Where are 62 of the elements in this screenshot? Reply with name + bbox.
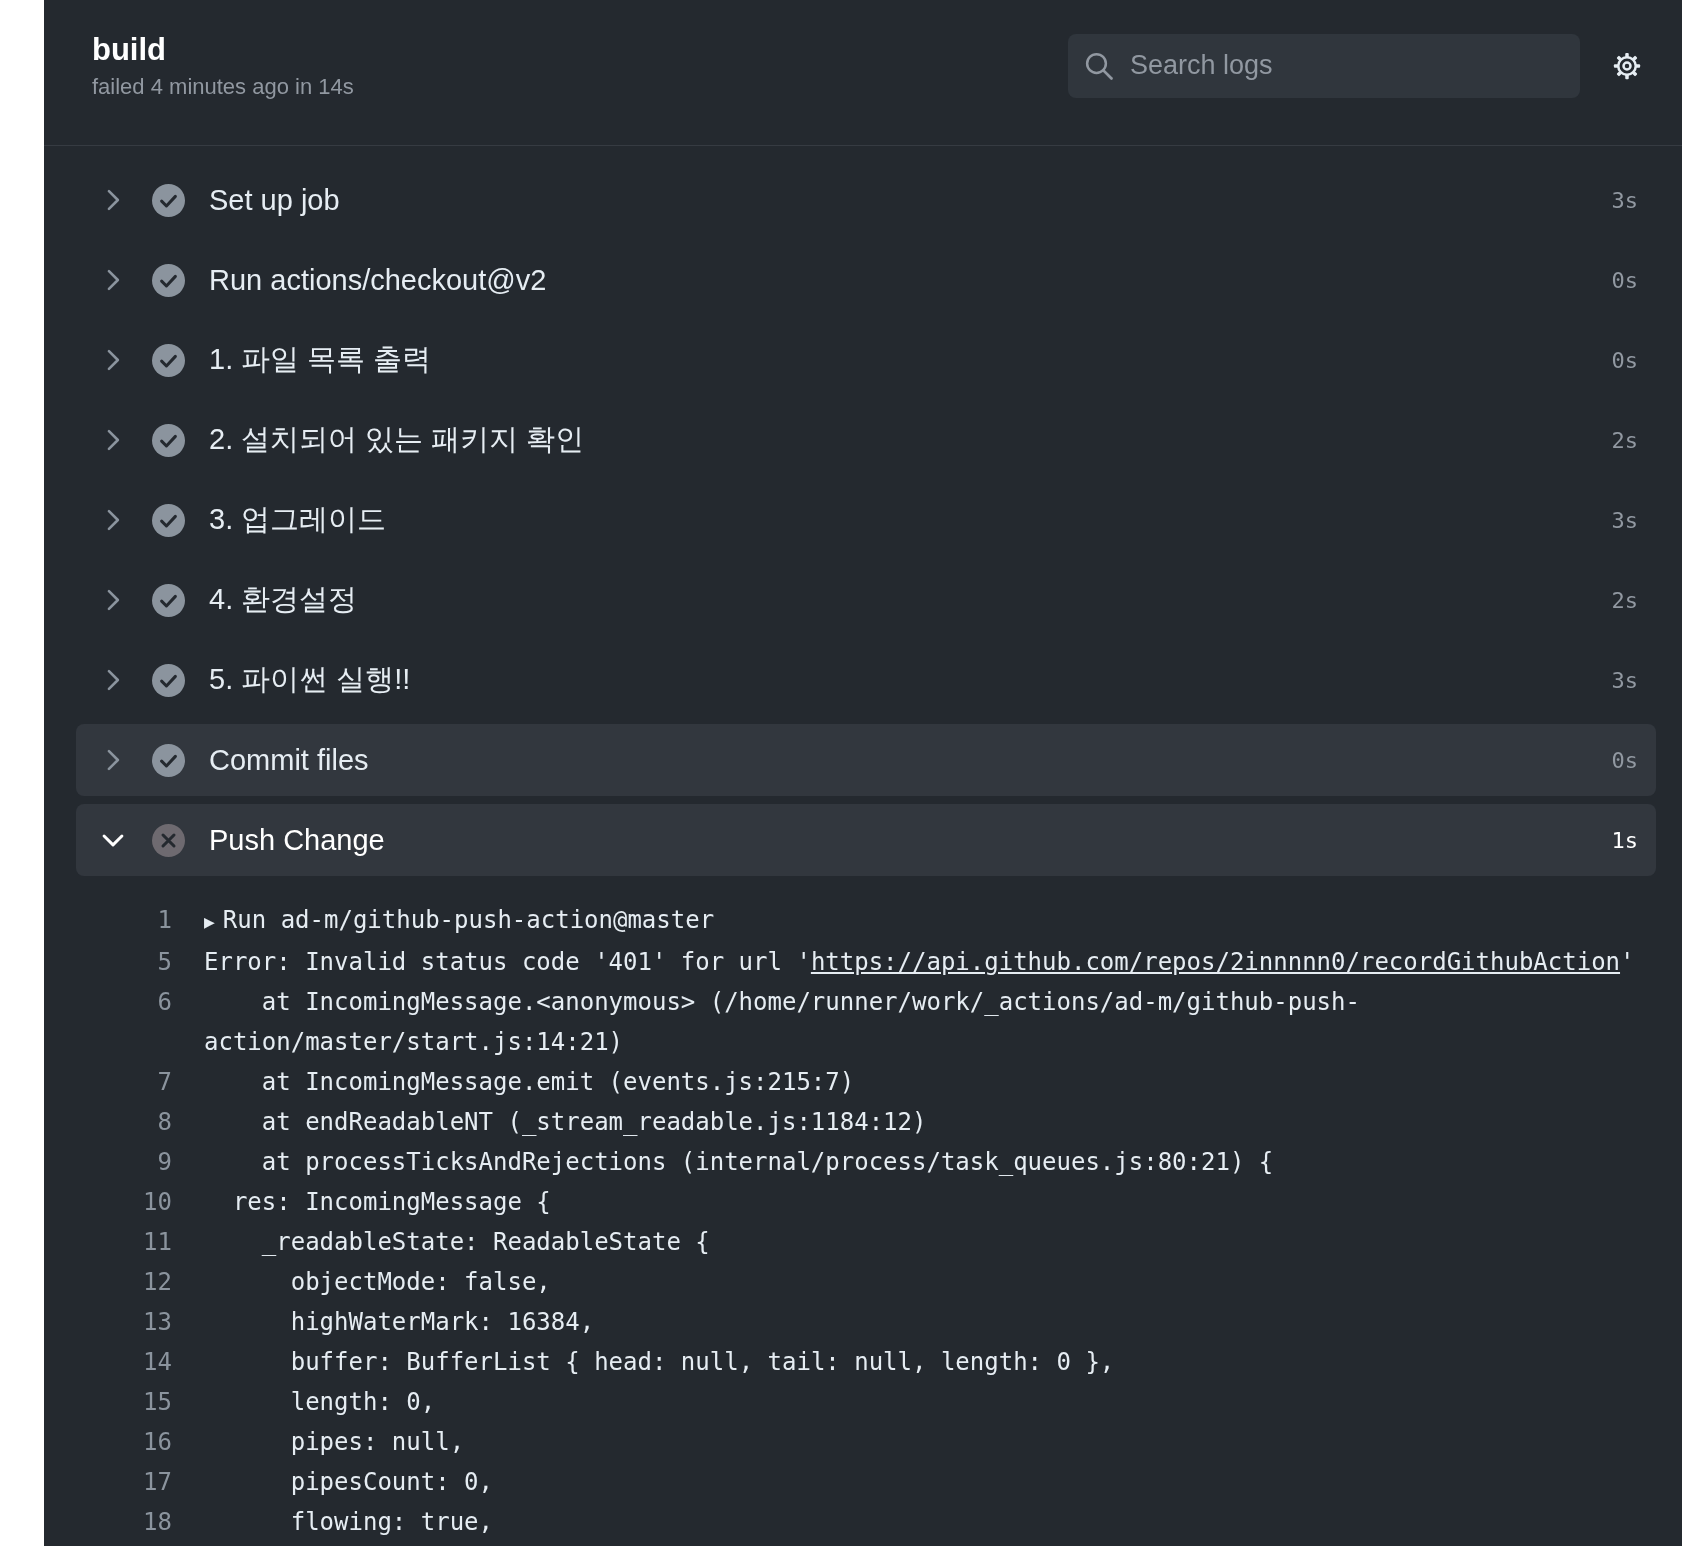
job-title: build xyxy=(92,31,168,68)
job-step-row[interactable]: 2. 설치되어 있는 패키지 확인 2s xyxy=(76,404,1656,476)
step-duration: 0s xyxy=(1611,347,1638,373)
log-line: highWaterMark: 16384, xyxy=(289,1307,596,1338)
step-duration: 2s xyxy=(1611,587,1638,613)
log-line: res: IncomingMessage { xyxy=(231,1187,552,1218)
step-duration: 0s xyxy=(1611,747,1638,773)
line-number: 15 xyxy=(142,1387,172,1418)
step-name: Set up job xyxy=(209,183,341,217)
line-number: 8 xyxy=(156,1107,172,1138)
step-name: 4. 환경설정 xyxy=(209,582,359,617)
log-line: at IncomingMessage.emit (events.js:215:7) xyxy=(260,1067,856,1098)
step-duration: 0s xyxy=(1611,267,1638,293)
job-step-row[interactable]: Push Change 1s xyxy=(76,804,1656,876)
step-name: 3. 업그레이드 xyxy=(209,502,388,537)
log-line: pipes: null, xyxy=(289,1427,466,1458)
line-number: 9 xyxy=(156,1147,172,1178)
settings-icon[interactable] xyxy=(1612,50,1642,81)
line-number: 6 xyxy=(156,987,172,1018)
job-step-row[interactable]: 3. 업그레이드 3s xyxy=(76,484,1656,556)
log-line: length: 0, xyxy=(289,1387,437,1418)
job-step-row[interactable]: 4. 환경설정 2s xyxy=(76,564,1656,636)
line-number: 11 xyxy=(142,1227,172,1258)
step-duration: 3s xyxy=(1611,507,1638,533)
step-name: Run actions/checkout@v2 xyxy=(209,263,548,297)
log-line: ▶ Run ad-m/github-push-action@master xyxy=(204,905,716,936)
log-line: pipesCount: 0, xyxy=(289,1467,494,1498)
step-name: Commit files xyxy=(209,743,370,777)
log-line: buffer: BufferList { head: null, tail: null, length: 0 }, xyxy=(289,1347,1116,1378)
job-step-row[interactable]: 1. 파일 목록 출력 0s xyxy=(76,324,1656,396)
job-step-row[interactable]: Commit files 0s xyxy=(76,724,1656,796)
search-field[interactable]: Search logs xyxy=(1068,33,1580,98)
log-line: _readableState: ReadableState { xyxy=(260,1227,711,1258)
step-duration: 1s xyxy=(1611,827,1638,853)
step-name: 1. 파일 목록 출력 xyxy=(209,342,433,377)
line-number: 7 xyxy=(156,1067,172,1098)
step-duration: 3s xyxy=(1611,187,1638,213)
job-step-row[interactable]: Set up job 3s xyxy=(76,164,1656,236)
line-number: 13 xyxy=(142,1307,172,1338)
job-step-row[interactable]: 5. 파이썬 실행!! 3s xyxy=(76,644,1656,716)
line-number: 16 xyxy=(142,1427,172,1458)
log-line: at processTicksAndRejections (internal/process/task_queues.js:80:21) { xyxy=(260,1147,1275,1178)
line-number: 14 xyxy=(142,1347,172,1378)
step-duration: 3s xyxy=(1611,667,1638,693)
log-line: at endReadableNT (_stream_readable.js:1184:12) xyxy=(260,1107,928,1138)
job-step-row[interactable]: Run actions/checkout@v2 0s xyxy=(76,244,1656,316)
line-number: 17 xyxy=(142,1467,172,1498)
job-status-text: failed 4 minutes ago in 14s xyxy=(92,73,355,100)
log-line: flowing: true, xyxy=(289,1507,494,1538)
log-line: at IncomingMessage.<anonymous> (/home/runner/work/_actions/ad-m/github-push-action/master/start.js:14:21) xyxy=(204,987,1361,1058)
link[interactable]: https://api.github.com/repos/2innnnn0/recordGithubAction xyxy=(810,948,1621,976)
line-number: 18 xyxy=(142,1507,172,1538)
step-name: 5. 파이썬 실행!! xyxy=(209,662,412,697)
step-duration: 2s xyxy=(1611,427,1638,453)
line-number: 1 xyxy=(156,905,172,936)
step-name: 2. 설치되어 있는 패키지 확인 xyxy=(209,422,586,457)
line-number: 12 xyxy=(142,1267,172,1298)
line-number: 5 xyxy=(156,947,172,978)
log-line: Error: Invalid status code '401' for url 'https://api.github.com/repos/2innnnn0/recordGithubAction' xyxy=(204,947,1636,978)
log-line: objectMode: false, xyxy=(289,1267,552,1298)
step-name: Push Change xyxy=(209,823,386,857)
line-number: 10 xyxy=(142,1187,172,1218)
